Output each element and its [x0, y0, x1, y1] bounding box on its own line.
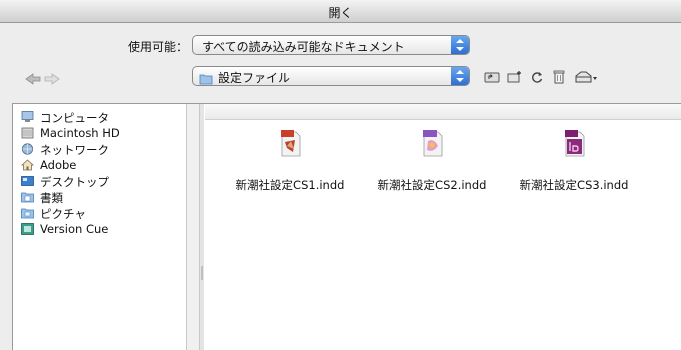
- documents-folder-icon: [21, 191, 34, 203]
- title-bar[interactable]: 開く: [0, 0, 681, 23]
- sidebar: コンピュータ Macintosh HD ネットワーク Adobe デスクトップ …: [13, 104, 185, 350]
- network-icon: [21, 143, 34, 155]
- location-row: 設定ファイル: [0, 66, 681, 88]
- file-item-cs3[interactable]: 新潮社設定CS3.indd: [504, 126, 644, 196]
- file-name: 新潮社設定CS1.indd: [235, 178, 345, 192]
- desktop-icon: [21, 175, 34, 187]
- enable-popup[interactable]: すべての読み込み可能なドキュメント: [192, 35, 470, 55]
- trash-icon[interactable]: [552, 69, 566, 88]
- new-folder-icon[interactable]: [507, 69, 523, 88]
- file-name: 新潮社設定CS3.indd: [519, 178, 629, 192]
- enclosing-folder-icon[interactable]: [484, 69, 500, 88]
- indesign-cs-document-icon: [276, 126, 304, 158]
- open-dialog: 開く 使用可能： すべての読み込み可能なドキュメント 設定ファイル コンピュータ…: [0, 0, 681, 350]
- enable-row: 使用可能： すべての読み込み可能なドキュメント: [0, 35, 681, 57]
- indesign-cs3-document-icon: [560, 126, 588, 158]
- enable-popup-value: すべての読み込み可能なドキュメント: [202, 40, 405, 54]
- computer-icon: [21, 111, 34, 123]
- column-resize-handle[interactable]: [200, 104, 204, 350]
- file-item-cs1[interactable]: 新潮社設定CS1.indd: [220, 126, 360, 196]
- file-item-cs2[interactable]: 新潮社設定CS2.indd: [362, 126, 502, 196]
- file-browser: コンピュータ Macintosh HD ネットワーク Adobe デスクトップ …: [12, 103, 681, 350]
- sidebar-scrollbar[interactable]: [186, 104, 200, 350]
- forward-arrow-icon[interactable]: [44, 70, 60, 89]
- file-list: 新潮社設定CS1.indd 新潮社設定CS2.indd 新潮社設定CS3.ind…: [205, 104, 681, 350]
- popup-arrows-icon: [451, 67, 469, 85]
- column-header: [205, 104, 681, 120]
- popup-arrows-icon: [451, 36, 469, 54]
- hard-drive-icon: [21, 127, 34, 139]
- window-title: 開く: [328, 6, 353, 20]
- home-icon: [20, 159, 35, 171]
- indesign-cs2-document-icon: [418, 126, 446, 158]
- location-popup[interactable]: 設定ファイル: [192, 66, 470, 86]
- file-name: 新潮社設定CS2.indd: [377, 178, 487, 192]
- folder-icon: [199, 70, 213, 89]
- version-cue-icon: [21, 223, 34, 235]
- refresh-icon[interactable]: [530, 69, 544, 88]
- enable-label: 使用可能：: [127, 40, 188, 54]
- location-popup-value: 設定ファイル: [218, 71, 291, 85]
- action-menu-icon[interactable]: [574, 69, 598, 88]
- pictures-folder-icon: [21, 207, 34, 219]
- back-arrow-icon[interactable]: [25, 70, 41, 89]
